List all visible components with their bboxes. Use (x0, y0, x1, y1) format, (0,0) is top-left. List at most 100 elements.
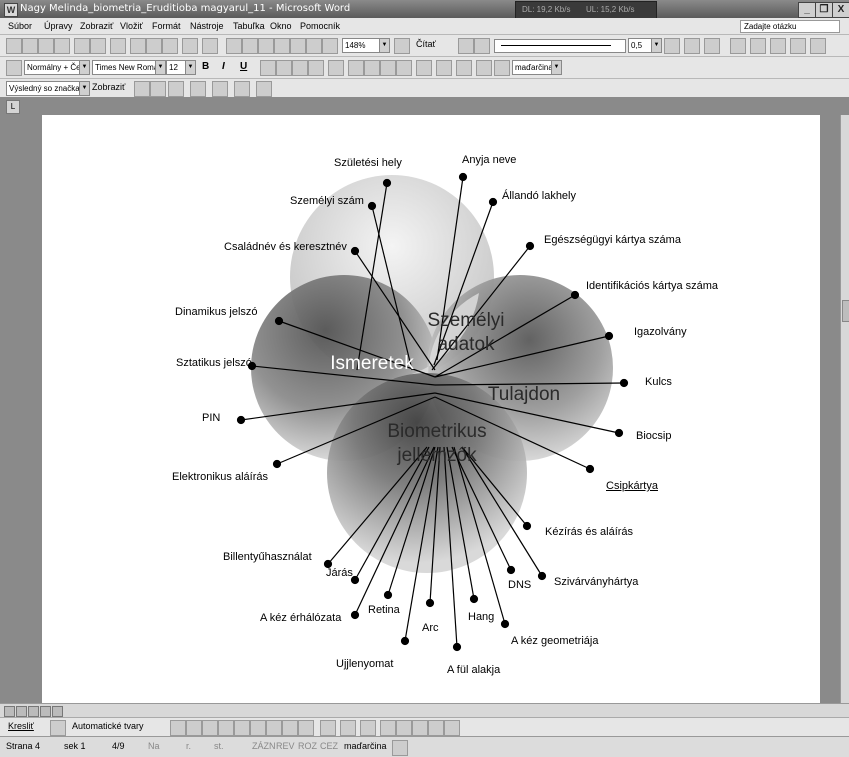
tables-icon[interactable] (242, 38, 258, 54)
new-icon[interactable] (6, 38, 22, 54)
menu-insert[interactable]: Vložiť (120, 21, 143, 31)
print-layout-view-icon[interactable] (28, 706, 39, 717)
accept-change-icon[interactable] (168, 81, 184, 97)
underline-button[interactable]: U (240, 61, 247, 72)
menu-format[interactable]: Formát (152, 21, 181, 31)
menu-edit[interactable]: Úpravy (44, 21, 73, 31)
border-icon[interactable] (458, 38, 474, 54)
bold-button[interactable]: B (202, 61, 209, 72)
styles-pane-icon[interactable] (6, 60, 22, 76)
track-changes-icon[interactable] (234, 81, 250, 97)
font-size-select[interactable]: 12 ▼ (166, 60, 196, 75)
close-button[interactable]: X (832, 2, 849, 18)
picture-icon[interactable] (298, 720, 314, 736)
outline-view-icon[interactable] (40, 706, 51, 717)
status-record-macro[interactable]: ZÁZN (252, 741, 276, 751)
decrease-indent-icon[interactable] (380, 60, 396, 76)
show-hide-icon[interactable] (322, 38, 338, 54)
menu-file[interactable]: Súbor (8, 21, 32, 31)
justify-icon[interactable] (308, 60, 324, 76)
menu-window[interactable]: Okno (270, 21, 292, 31)
menu-view[interactable]: Zobraziť (80, 21, 113, 31)
line-tool-icon[interactable] (170, 720, 186, 736)
reject-change-icon[interactable] (190, 81, 206, 97)
copy-icon[interactable] (146, 38, 162, 54)
insert-table-grid-icon[interactable] (730, 38, 746, 54)
word-app-icon[interactable]: W (4, 3, 18, 17)
permission-icon[interactable] (54, 38, 70, 54)
font-color-icon[interactable] (456, 60, 472, 76)
select-objects-icon[interactable] (50, 720, 66, 736)
increase-indent-icon[interactable] (396, 60, 412, 76)
web-layout-view-icon[interactable] (16, 706, 27, 717)
tab-selector[interactable]: L (6, 100, 20, 114)
display-for-review-select[interactable]: Výsledný so značkami ▼ (6, 81, 90, 96)
minimize-button[interactable]: _ (798, 2, 816, 18)
autoshapes-menu-button[interactable]: Automatické tvary (72, 721, 144, 731)
paste-icon[interactable] (162, 38, 178, 54)
read-button[interactable]: Čítať (416, 39, 436, 49)
bullets-icon[interactable] (364, 60, 380, 76)
3d-style-icon[interactable] (444, 720, 460, 736)
outside-border-icon[interactable] (684, 38, 700, 54)
line-style-select[interactable] (494, 39, 626, 53)
status-language[interactable]: maďarčina (344, 741, 387, 751)
align-left-icon[interactable] (260, 60, 276, 76)
new-comment-icon[interactable] (212, 81, 228, 97)
restore-button[interactable]: ❐ (815, 2, 833, 18)
fill-color-icon[interactable] (320, 720, 336, 736)
show-menu-button[interactable]: Zobraziť (92, 82, 125, 92)
cut-icon[interactable] (130, 38, 146, 54)
help-icon[interactable] (394, 38, 410, 54)
horizontal-scrollbar[interactable] (0, 703, 849, 718)
spelling-status-icon[interactable] (392, 740, 408, 756)
align-right-icon[interactable] (292, 60, 308, 76)
shading-color-icon[interactable] (704, 38, 720, 54)
oval-tool-icon[interactable] (218, 720, 234, 736)
menu-table[interactable]: Tabuľka (233, 21, 265, 31)
drawing-icon[interactable] (290, 38, 306, 54)
reviewing-pane-icon[interactable] (256, 81, 272, 97)
draw-menu-button[interactable]: Kresliť (8, 721, 34, 731)
line-spacing-icon[interactable] (328, 60, 344, 76)
document-page[interactable]: Személyi adatok Ismeretek Tulajdon Biome… (42, 115, 820, 703)
status-track-changes[interactable]: REV (276, 741, 295, 751)
shading-icon[interactable] (474, 38, 490, 54)
style-select[interactable]: Normálny + Če ▼ (24, 60, 90, 75)
columns-icon[interactable] (274, 38, 290, 54)
zoom-select[interactable]: 148% ▼ (342, 38, 390, 53)
undo-icon[interactable] (182, 38, 198, 54)
save-icon[interactable] (38, 38, 54, 54)
vertical-scroll-thumb[interactable] (842, 300, 849, 322)
arrow-tool-icon[interactable] (186, 720, 202, 736)
redo-icon[interactable] (202, 38, 218, 54)
dash-style-icon[interactable] (396, 720, 412, 736)
highlight-icon[interactable] (436, 60, 452, 76)
print-preview-icon[interactable] (90, 38, 106, 54)
hyperlink-icon[interactable] (226, 38, 242, 54)
merge-cells-icon[interactable] (750, 38, 766, 54)
shadow-style-icon[interactable] (428, 720, 444, 736)
outside-border-icon[interactable] (416, 60, 432, 76)
vertical-scrollbar[interactable] (840, 115, 849, 703)
arrow-style-icon[interactable] (412, 720, 428, 736)
insert-table-icon[interactable] (258, 38, 274, 54)
open-icon[interactable] (22, 38, 38, 54)
border-color-icon[interactable] (664, 38, 680, 54)
align-center-icon[interactable] (276, 60, 292, 76)
clip-art-icon[interactable] (282, 720, 298, 736)
ask-question-input[interactable]: Zadajte otázku (740, 20, 840, 33)
status-extend[interactable]: ROZ (298, 741, 317, 751)
line-weight-select[interactable]: 0,5 ▼ (628, 38, 662, 53)
font-select[interactable]: Times New Roman ▼ (92, 60, 166, 75)
wordart-icon[interactable] (250, 720, 266, 736)
text-box-icon[interactable] (234, 720, 250, 736)
distribute-rows-icon[interactable] (810, 38, 826, 54)
line-style-icon[interactable] (380, 720, 396, 736)
normal-view-icon[interactable] (4, 706, 15, 717)
split-cells-icon[interactable] (770, 38, 786, 54)
status-overtype[interactable]: CEZ (320, 741, 338, 751)
subscript-icon[interactable] (494, 60, 510, 76)
spelling-icon[interactable] (110, 38, 126, 54)
reading-view-icon[interactable] (52, 706, 63, 717)
